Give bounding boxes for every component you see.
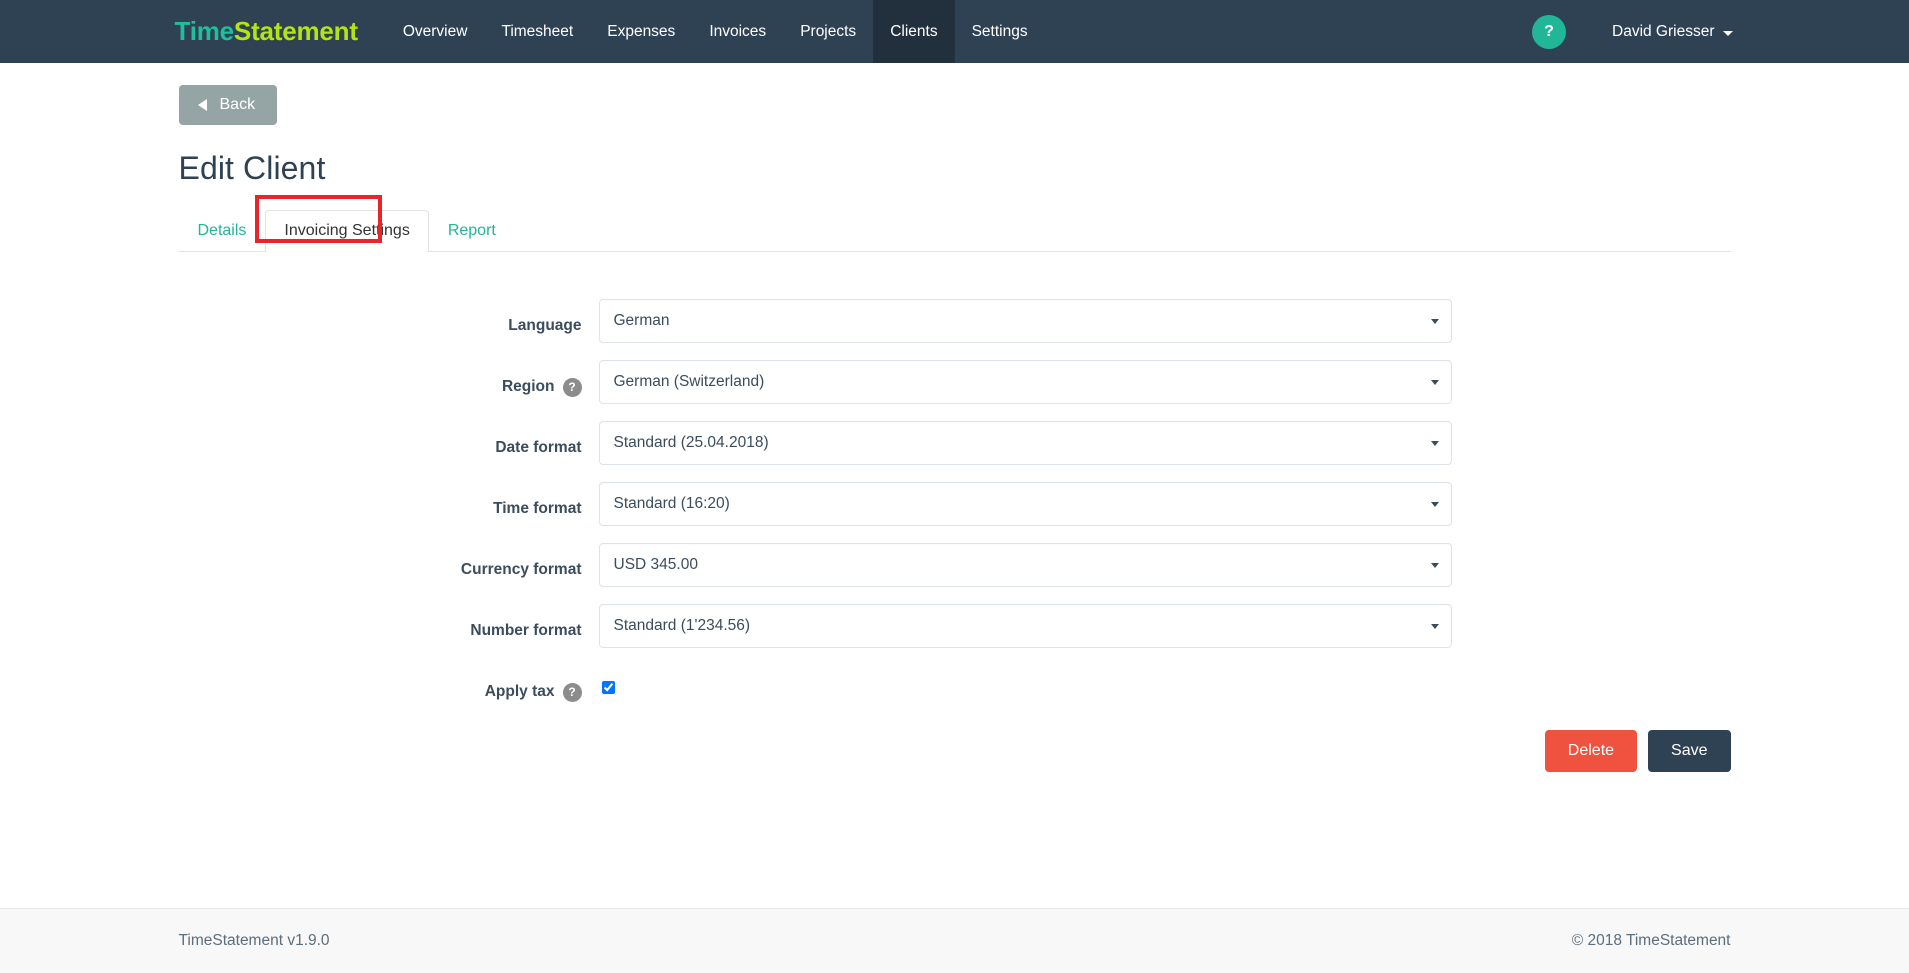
- chevron-down-icon: [1430, 380, 1439, 385]
- chevron-down-icon: [1430, 319, 1439, 324]
- chevron-down-icon: [1430, 502, 1439, 507]
- tab-invoicing-settings[interactable]: Invoicing Settings: [265, 210, 429, 252]
- label-currency-format-text: Currency format: [460, 561, 582, 579]
- main-content: Back Edit Client Details Invoicing Setti…: [0, 63, 1909, 908]
- select-date-format-value: Standard (25.04.2018): [613, 434, 769, 451]
- chevron-down-icon: [1722, 30, 1733, 36]
- nav-link-overview[interactable]: Overview: [386, 0, 485, 63]
- save-button[interactable]: Save: [1648, 730, 1731, 772]
- chevron-down-icon: [1430, 624, 1439, 629]
- form-row-currency-format: Currency format USD 345.00: [179, 543, 1731, 587]
- apply-tax-checkbox-wrapper: [599, 665, 615, 709]
- help-icon[interactable]: ?: [1532, 14, 1566, 49]
- select-region[interactable]: German (Switzerland): [598, 360, 1452, 404]
- select-time-format[interactable]: Standard (16:20): [598, 482, 1452, 526]
- footer-version: TimeStatement v1.9.0: [178, 932, 330, 949]
- select-region-value: German (Switzerland): [613, 373, 765, 390]
- form-row-region: Region ? German (Switzerland): [179, 360, 1731, 404]
- select-language[interactable]: German: [598, 299, 1452, 343]
- form-row-language: Language German: [179, 299, 1731, 343]
- invoicing-settings-form: Language German Region ? German (Switzer…: [179, 299, 1731, 772]
- app-root: Time Statement Overview Timesheet Expense…: [0, 0, 1909, 973]
- label-currency-format: Currency format: [179, 543, 599, 587]
- main-navigation: Overview Timesheet Expenses Invoices Pro…: [386, 0, 1045, 63]
- help-icon-apply-tax[interactable]: ?: [562, 683, 582, 702]
- help-icon-region[interactable]: ?: [562, 378, 582, 397]
- label-time-format: Time format: [179, 482, 599, 526]
- label-language: Language: [179, 299, 599, 343]
- form-row-apply-tax: Apply tax ?: [179, 665, 1731, 709]
- label-region: Region ?: [179, 360, 599, 404]
- nav-link-invoices[interactable]: Invoices: [692, 0, 783, 63]
- brand-logo-part2: Statement: [233, 16, 358, 46]
- page-title: Edit Client: [178, 150, 326, 186]
- select-currency-format[interactable]: USD 345.00: [598, 543, 1452, 587]
- back-button-label: Back: [219, 96, 256, 113]
- back-button[interactable]: Back: [178, 85, 278, 125]
- top-navbar: Time Statement Overview Timesheet Expense…: [0, 0, 1909, 63]
- label-time-format-text: Time format: [493, 500, 582, 518]
- apply-tax-checkbox[interactable]: [601, 680, 615, 694]
- form-actions: Delete Save: [179, 730, 1731, 772]
- delete-button[interactable]: Delete: [1544, 730, 1638, 772]
- user-menu-label: David Griesser: [1612, 22, 1715, 40]
- select-language-value: German: [613, 312, 670, 329]
- select-number-format[interactable]: Standard (1'234.56): [598, 604, 1452, 648]
- page-footer: TimeStatement v1.9.0 © 2018 TimeStatemen…: [0, 908, 1909, 973]
- label-apply-tax-text: Apply tax: [484, 683, 555, 701]
- label-region-text: Region: [501, 378, 555, 396]
- chevron-down-icon: [1430, 441, 1439, 446]
- form-row-time-format: Time format Standard (16:20): [179, 482, 1731, 526]
- label-number-format-text: Number format: [470, 622, 582, 640]
- select-number-format-value: Standard (1'234.56): [613, 617, 751, 634]
- label-number-format: Number format: [179, 604, 599, 648]
- label-date-format: Date format: [179, 421, 599, 465]
- label-apply-tax: Apply tax ?: [179, 665, 599, 709]
- chevron-down-icon: [1430, 563, 1439, 568]
- tab-report[interactable]: Report: [429, 210, 515, 252]
- nav-link-projects[interactable]: Projects: [783, 0, 873, 63]
- user-menu[interactable]: David Griesser: [1612, 23, 1733, 41]
- brand-logo[interactable]: Time Statement: [167, 0, 359, 63]
- select-date-format[interactable]: Standard (25.04.2018): [598, 421, 1452, 465]
- form-row-number-format: Number format Standard (1'234.56): [179, 604, 1731, 648]
- brand-logo-part1: Time: [174, 16, 235, 46]
- tab-bar: Details Invoicing Settings Report: [178, 195, 1731, 252]
- select-time-format-value: Standard (16:20): [613, 495, 730, 512]
- tab-details[interactable]: Details: [179, 210, 266, 252]
- footer-copyright: © 2018 TimeStatement: [1571, 932, 1731, 949]
- form-row-date-format: Date format Standard (25.04.2018): [179, 421, 1731, 465]
- label-date-format-text: Date format: [495, 439, 582, 457]
- nav-link-timesheet[interactable]: Timesheet: [484, 0, 590, 63]
- nav-link-settings[interactable]: Settings: [955, 0, 1045, 63]
- nav-link-clients[interactable]: Clients: [873, 0, 955, 63]
- label-language-text: Language: [508, 317, 582, 335]
- select-currency-format-value: USD 345.00: [613, 556, 698, 573]
- chevron-left-icon: [197, 99, 207, 111]
- nav-link-expenses[interactable]: Expenses: [590, 0, 692, 63]
